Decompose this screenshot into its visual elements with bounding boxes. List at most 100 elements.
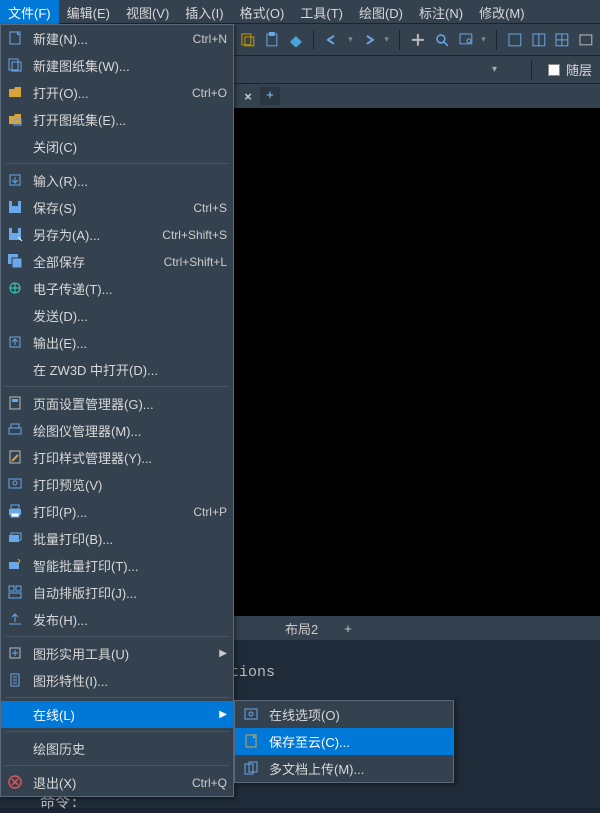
import-icon xyxy=(7,172,25,190)
menu-item-label: 自动排版打印(J)... xyxy=(33,583,227,602)
color-swatch xyxy=(548,64,560,76)
grid1-icon[interactable] xyxy=(507,32,523,48)
properties-icon xyxy=(7,672,25,690)
dropdown-arrow-icon[interactable]: ▾ xyxy=(492,64,497,75)
menu-item-label: 在线(L) xyxy=(33,705,217,724)
layout-tab-add[interactable]: + xyxy=(334,618,362,639)
copy-icon[interactable] xyxy=(240,32,256,48)
menu-format[interactable]: 格式(O) xyxy=(232,0,293,24)
undo-icon[interactable] xyxy=(324,32,340,48)
file-menu-item[interactable]: 页面设置管理器(G)... xyxy=(1,390,233,417)
plotstyle-icon xyxy=(7,449,25,467)
online-submenu-item[interactable]: 保存至云(C)... xyxy=(235,728,453,755)
file-menu-item[interactable]: 绘图历史 xyxy=(1,735,233,762)
pagesetup-icon xyxy=(7,395,25,413)
drawing-viewport[interactable] xyxy=(234,108,600,616)
layout-tab-layout2[interactable]: 布局2 xyxy=(269,616,334,641)
etransmit-icon xyxy=(7,280,25,298)
blank-icon xyxy=(7,361,25,379)
undo-dropdown[interactable]: ▾ xyxy=(348,34,353,45)
file-menu-item[interactable]: 在线(L)▶ xyxy=(1,701,233,728)
redo-dropdown[interactable]: ▾ xyxy=(384,34,389,45)
menu-item-accelerator: Ctrl+S xyxy=(193,201,227,215)
grid4-icon[interactable] xyxy=(578,32,594,48)
tab-new-button[interactable]: + xyxy=(260,87,280,105)
file-menu-item[interactable]: 图形实用工具(U)▶ xyxy=(1,640,233,667)
zoom-dropdown[interactable]: ▾ xyxy=(481,34,486,45)
menu-item-label: 电子传递(T)... xyxy=(33,279,227,298)
menu-view[interactable]: 视图(V) xyxy=(118,0,177,24)
menu-item-accelerator: Ctrl+P xyxy=(193,505,227,519)
auto-layout-icon xyxy=(7,584,25,602)
toolbar: ▾ ▾ ▾ xyxy=(234,24,600,56)
file-menu-item[interactable]: 另存为(A)...Ctrl+Shift+S xyxy=(1,221,233,248)
menu-item-label: 智能批量打印(T)... xyxy=(33,556,227,575)
file-menu-item[interactable]: 自动排版打印(J)... xyxy=(1,579,233,606)
menu-item-label: 在 ZW3D 中打开(D)... xyxy=(33,360,227,379)
menu-file[interactable]: 文件(F) xyxy=(0,0,59,24)
menu-divider xyxy=(5,163,229,164)
pan-icon[interactable] xyxy=(410,32,426,48)
layout-tabs: 布局2 + xyxy=(234,616,600,640)
blank-icon xyxy=(7,706,25,724)
paste-icon[interactable] xyxy=(264,32,280,48)
file-menu-item[interactable]: 批量打印(B)... xyxy=(1,525,233,552)
doc-tabs: × + xyxy=(234,84,600,108)
zoom-icon[interactable] xyxy=(434,32,450,48)
menu-item-label: 新建(N)... xyxy=(33,29,185,48)
menu-annotate[interactable]: 标注(N) xyxy=(411,0,471,24)
file-menu-item[interactable]: 打印样式管理器(Y)... xyxy=(1,444,233,471)
grid3-icon[interactable] xyxy=(554,32,570,48)
menu-item-label: 发送(D)... xyxy=(33,306,227,325)
menu-insert[interactable]: 插入(I) xyxy=(177,0,231,24)
menu-item-label: 绘图仪管理器(M)... xyxy=(33,421,227,440)
menu-item-label: 新建图纸集(W)... xyxy=(33,56,227,75)
file-menu-item[interactable]: 发布(H)... xyxy=(1,606,233,633)
zoom-window-icon[interactable] xyxy=(458,32,474,48)
erase-icon[interactable] xyxy=(288,32,304,48)
online-submenu-item[interactable]: 多文档上传(M)... xyxy=(235,755,453,782)
file-menu-item[interactable]: 打开图纸集(E)... xyxy=(1,106,233,133)
file-menu-item[interactable]: 打开(O)...Ctrl+O xyxy=(1,79,233,106)
file-menu-item[interactable]: 在 ZW3D 中打开(D)... xyxy=(1,356,233,383)
menu-modify[interactable]: 修改(M) xyxy=(471,0,533,24)
export-icon xyxy=(7,334,25,352)
file-menu-item[interactable]: 电子传递(T)... xyxy=(1,275,233,302)
file-menu-item[interactable]: 输入(R)... xyxy=(1,167,233,194)
menu-item-label: 输入(R)... xyxy=(33,171,227,190)
menu-item-label: 打印预览(V) xyxy=(33,475,227,494)
file-menu-item[interactable]: 关闭(C) xyxy=(1,133,233,160)
tab-close-button[interactable]: × xyxy=(240,89,256,104)
save-icon xyxy=(7,199,25,217)
command-output: tions xyxy=(190,660,600,681)
menu-item-label: 打开图纸集(E)... xyxy=(33,110,227,129)
grid2-icon[interactable] xyxy=(531,32,547,48)
open-icon xyxy=(7,84,25,102)
file-menu-item[interactable]: 保存(S)Ctrl+S xyxy=(1,194,233,221)
menu-item-label: 批量打印(B)... xyxy=(33,529,227,548)
file-menu-item[interactable]: 打印(P)...Ctrl+P xyxy=(1,498,233,525)
menu-item-label: 打印样式管理器(Y)... xyxy=(33,448,227,467)
menu-item-accelerator: Ctrl+N xyxy=(193,32,227,46)
menu-divider xyxy=(5,765,229,766)
file-menu-item[interactable]: 输出(E)... xyxy=(1,329,233,356)
file-menu-item[interactable]: 智能批量打印(T)... xyxy=(1,552,233,579)
file-menu-item[interactable]: 新建图纸集(W)... xyxy=(1,52,233,79)
layer-color-dropdown[interactable]: 随层 xyxy=(548,60,592,79)
blank-icon xyxy=(7,740,25,758)
file-menu-item[interactable]: 全部保存Ctrl+Shift+L xyxy=(1,248,233,275)
menu-tools[interactable]: 工具(T) xyxy=(292,0,351,24)
online-submenu-item[interactable]: 在线选项(O) xyxy=(235,701,453,728)
file-menu-item[interactable]: 绘图仪管理器(M)... xyxy=(1,417,233,444)
submenu-arrow-icon: ▶ xyxy=(217,709,227,720)
file-menu-item[interactable]: 发送(D)... xyxy=(1,302,233,329)
redo-icon[interactable] xyxy=(361,32,377,48)
file-menu-item[interactable]: 图形特性(I)... xyxy=(1,667,233,694)
file-menu-item[interactable]: 退出(X)Ctrl+Q xyxy=(1,769,233,796)
file-menu-item[interactable]: 新建(N)... Ctrl+N xyxy=(1,25,233,52)
exit-icon xyxy=(7,774,25,792)
menu-edit[interactable]: 编辑(E) xyxy=(59,0,118,24)
menu-draw[interactable]: 绘图(D) xyxy=(351,0,411,24)
options-icon xyxy=(243,706,261,724)
file-menu-item[interactable]: 打印预览(V) xyxy=(1,471,233,498)
